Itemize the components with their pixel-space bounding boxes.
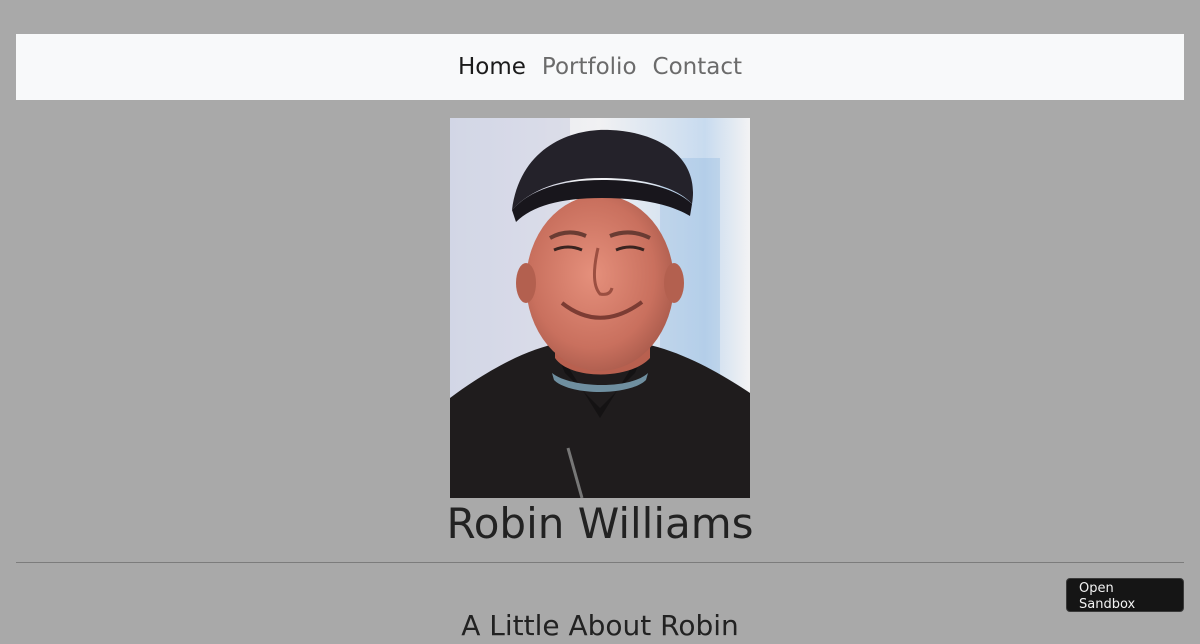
about-heading: A Little About Robin (461, 609, 739, 642)
divider (16, 562, 1184, 563)
nav-links: Home Portfolio Contact (458, 55, 742, 79)
profile-photo (450, 118, 750, 498)
page-title: Robin Williams (446, 499, 754, 548)
nav-link-home[interactable]: Home (458, 55, 526, 79)
profile-photo-illustration (450, 118, 750, 498)
nav-link-portfolio[interactable]: Portfolio (542, 55, 637, 79)
open-sandbox-button[interactable]: Open Sandbox (1066, 578, 1184, 612)
top-navbar: Home Portfolio Contact (16, 34, 1184, 100)
nav-link-contact[interactable]: Contact (653, 55, 742, 79)
